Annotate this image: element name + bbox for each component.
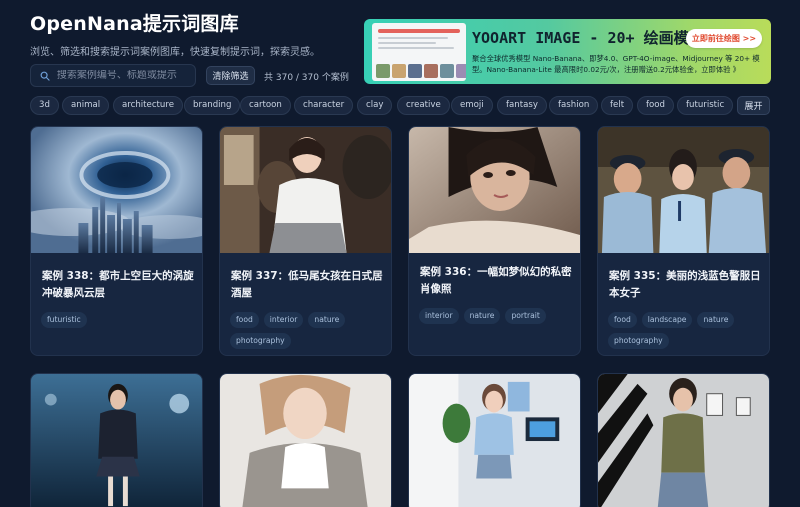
tag-branding[interactable]: branding (184, 96, 241, 115)
tag-food[interactable]: food (637, 96, 674, 115)
case-title: 案例 338：都市上空巨大的涡旋冲破暴风云层 (42, 270, 194, 299)
tag-fashion[interactable]: fashion (549, 96, 599, 115)
case-image[interactable] (598, 127, 769, 253)
case-tags: food landscape nature photography (608, 312, 766, 349)
case-card[interactable] (408, 373, 581, 507)
case-title: 案例 336：一幅如梦似幻的私密肖像照 (420, 266, 572, 295)
case-title: 案例 337：低马尾女孩在日式居酒屋 (231, 270, 383, 299)
case-tag[interactable]: portrait (505, 308, 546, 324)
case-tag[interactable]: food (608, 312, 637, 328)
case-card[interactable]: 案例 337：低马尾女孩在日式居酒屋 food interior nature … (219, 126, 392, 356)
page-subtitle: 浏览、筛选和搜索提示词案例图库，快速复制提示词，探索灵感。 (30, 47, 320, 58)
app-title: OpenNana提示词图库 (30, 13, 239, 35)
search-icon (40, 71, 50, 81)
search-input[interactable] (56, 70, 195, 81)
case-card[interactable] (219, 373, 392, 507)
case-count: 共 370 / 370 个案例 (264, 73, 349, 83)
case-tag[interactable]: futuristic (41, 312, 87, 328)
expand-tags-button[interactable]: 展开 (737, 96, 770, 115)
clear-filters-button[interactable]: 清除筛选 (206, 66, 255, 85)
tag-cartoon[interactable]: cartoon (240, 96, 291, 115)
case-tags: futuristic (41, 312, 199, 328)
case-title: 案例 335：美丽的浅蓝色警服日本女子 (609, 270, 761, 299)
tag-animal[interactable]: animal (62, 96, 110, 115)
case-tag[interactable]: interior (419, 308, 459, 324)
case-tags: interior nature portrait (419, 308, 577, 324)
tag-futuristic[interactable]: futuristic (677, 96, 734, 115)
ad-description: 聚合全球优秀模型 Nano-Banana、即梦4.0、GPT-4O-image、… (472, 54, 760, 74)
case-card[interactable]: 案例 335：美丽的浅蓝色警服日本女子 food landscape natur… (597, 126, 770, 356)
case-tag[interactable]: nature (697, 312, 735, 328)
case-image[interactable] (31, 127, 202, 253)
case-card[interactable]: 案例 336：一幅如梦似幻的私密肖像照 interior nature port… (408, 126, 581, 356)
case-tag[interactable]: food (230, 312, 259, 328)
case-image[interactable] (220, 374, 391, 507)
tag-clay[interactable]: clay (357, 96, 393, 115)
case-card[interactable] (30, 373, 203, 507)
case-card[interactable] (597, 373, 770, 507)
case-tag[interactable]: nature (463, 308, 501, 324)
case-tag[interactable]: interior (263, 312, 304, 328)
case-image[interactable] (409, 374, 580, 507)
tag-fantasy[interactable]: fantasy (497, 96, 547, 115)
tag-felt[interactable]: felt (601, 96, 634, 115)
case-tags: food interior nature photography (230, 312, 388, 349)
tag-creative[interactable]: creative (397, 96, 450, 115)
tag-emoji[interactable]: emoji (451, 96, 493, 115)
ad-preview-image (372, 23, 466, 81)
tag-3d[interactable]: 3d (30, 96, 59, 115)
tag-filter-bar: 3d animal architecture branding cartoon … (30, 96, 772, 116)
case-tag[interactable]: photography (230, 333, 291, 349)
ad-title: YOOART IMAGE - 20+ 绘画模型 (472, 29, 704, 47)
ad-go-draw-button[interactable]: 立即前往绘图 >> (686, 29, 762, 48)
tag-character[interactable]: character (294, 96, 354, 115)
case-card[interactable]: 案例 338：都市上空巨大的涡旋冲破暴风云层 futuristic (30, 126, 203, 356)
case-image[interactable] (220, 127, 391, 253)
search-box[interactable] (30, 64, 196, 87)
tag-architecture[interactable]: architecture (113, 96, 183, 115)
case-image[interactable] (409, 127, 580, 253)
case-tag[interactable]: photography (608, 333, 669, 349)
case-tag[interactable]: landscape (641, 312, 693, 328)
case-image[interactable] (31, 374, 202, 507)
case-image[interactable] (598, 374, 769, 507)
case-tag[interactable]: nature (308, 312, 346, 328)
